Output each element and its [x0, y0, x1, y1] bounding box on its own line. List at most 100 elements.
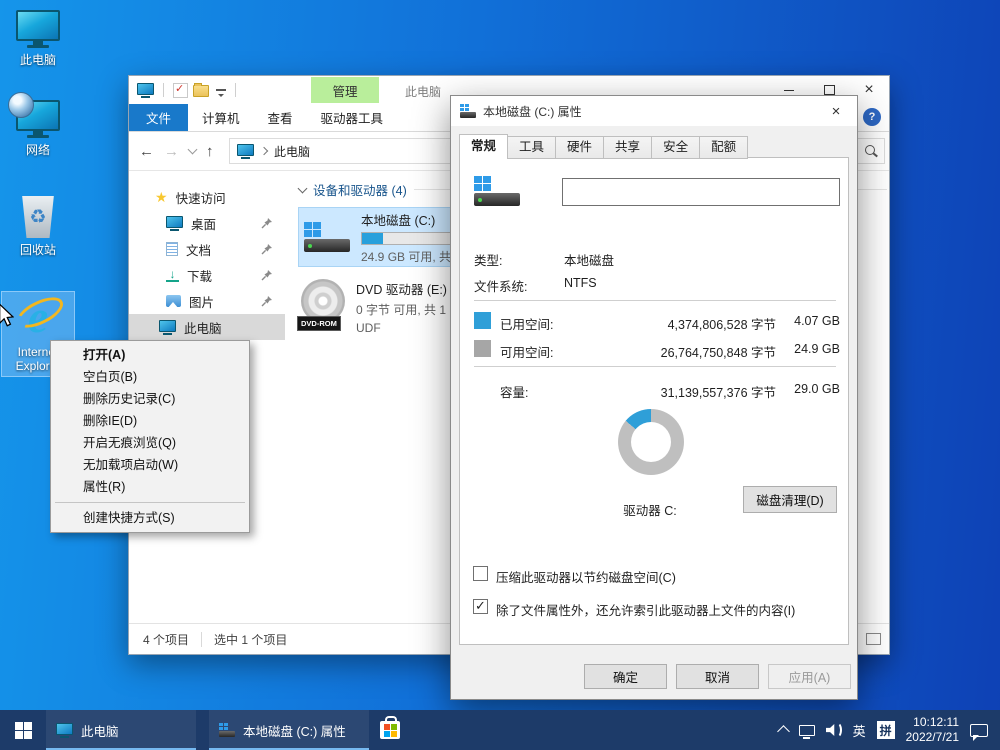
close-icon[interactable]: [815, 96, 857, 126]
menu-item-properties[interactable]: 属性(R): [53, 476, 247, 498]
thumbnail-view-icon[interactable]: [866, 633, 881, 645]
filesystem-label: 文件系统:: [474, 276, 527, 295]
sidebar-item-this-pc[interactable]: 此电脑: [129, 314, 285, 340]
tab-drive-tools[interactable]: 驱动器工具: [307, 104, 398, 131]
menu-item-create-shortcut[interactable]: 创建快捷方式(S): [53, 507, 247, 529]
system-tray: 英 拼 10:12:11 2022/7/21: [779, 710, 1000, 750]
new-folder-quick-icon[interactable]: [193, 85, 209, 97]
dvd-icon: DVD-ROM: [299, 279, 347, 331]
network-tray-icon[interactable]: [799, 725, 815, 736]
up-icon[interactable]: ↑: [206, 143, 214, 160]
used-space-size: 4.07 GB: [778, 314, 840, 328]
apply-button[interactable]: 应用(A): [768, 664, 851, 689]
recent-locations-icon[interactable]: [188, 145, 198, 155]
general-tab-page: 类型: 本地磁盘 文件系统: NTFS 已用空间: 4,374,806,528 …: [459, 157, 849, 645]
chevron-down-icon[interactable]: [298, 183, 308, 193]
index-checkbox[interactable]: [473, 599, 488, 614]
pin-icon: [261, 295, 273, 307]
breadcrumb[interactable]: 此电脑: [274, 143, 310, 160]
this-pc-icon: [159, 320, 176, 335]
dvd-filesystem: UDF: [356, 321, 463, 335]
ime-mode-icon[interactable]: 拼: [877, 721, 895, 739]
type-value: 本地磁盘: [564, 250, 614, 269]
drive-icon: [219, 723, 235, 737]
sidebar-item-downloads[interactable]: 下载: [129, 262, 285, 288]
cancel-button[interactable]: 取消: [676, 664, 759, 689]
sidebar-item-desktop[interactable]: 桌面: [129, 210, 285, 236]
this-pc-icon: [137, 83, 154, 98]
tab-computer[interactable]: 计算机: [188, 104, 254, 131]
sidebar-item-label: 下载: [187, 266, 212, 285]
disk-properties-dialog: 本地磁盘 (C:) 属性 常规 工具 硬件 共享 安全 配额 类型: 本地磁盘 …: [450, 95, 858, 700]
volume-label-input[interactable]: [562, 178, 840, 206]
store-icon: [380, 721, 400, 739]
tab-hardware[interactable]: 硬件: [556, 136, 604, 159]
desktop-icon-label: 网络: [26, 143, 50, 157]
recycle-bin-icon: [20, 196, 56, 238]
menu-item-delete-history[interactable]: 删除历史记录(C): [53, 388, 247, 410]
sidebar-item-pictures[interactable]: 图片: [129, 288, 285, 314]
start-button[interactable]: [0, 710, 46, 750]
manage-contextual-tab[interactable]: 管理: [311, 77, 379, 103]
drive-icon: [304, 222, 352, 252]
microsoft-store-button[interactable]: [372, 710, 408, 750]
dialog-title: 本地磁盘 (C:) 属性: [483, 103, 582, 120]
volume-tray-icon[interactable]: [826, 722, 842, 738]
capacity-size: 29.0 GB: [778, 382, 840, 396]
tab-security[interactable]: 安全: [652, 136, 700, 159]
chevron-right-icon: [260, 147, 268, 155]
taskbar-app-this-pc[interactable]: 此电脑: [46, 710, 196, 750]
dvd-name: DVD 驱动器 (E:) 微: [356, 279, 463, 298]
customize-toolbar-icon[interactable]: [216, 89, 226, 91]
drive-icon: [460, 104, 476, 118]
this-pc-icon: [56, 723, 73, 738]
show-hidden-icons-chevron[interactable]: [777, 725, 790, 738]
sidebar-item-label: 快速访问: [176, 188, 226, 207]
ok-button[interactable]: 确定: [584, 664, 667, 689]
tab-file[interactable]: 文件: [129, 104, 188, 131]
tab-tools[interactable]: 工具: [508, 136, 556, 159]
time: 10:12:11: [906, 715, 959, 730]
ime-language-indicator[interactable]: 英: [853, 721, 866, 740]
action-center-icon[interactable]: [970, 724, 988, 737]
used-space-bytes: 4,374,806,528 字节: [606, 314, 776, 333]
divider: [474, 300, 836, 301]
dialog-title-bar: 本地磁盘 (C:) 属性: [451, 96, 857, 126]
item-count: 4 个项目: [143, 631, 189, 648]
window-title: 此电脑: [405, 83, 441, 100]
star-icon: [155, 189, 168, 206]
taskbar-app-disk-properties[interactable]: 本地磁盘 (C:) 属性: [209, 710, 369, 750]
forward-icon[interactable]: →: [164, 143, 179, 160]
dvd-free-space: 0 字节 可用, 共 1: [356, 301, 463, 318]
help-icon[interactable]: [863, 108, 881, 126]
tab-quota[interactable]: 配额: [700, 136, 748, 159]
capacity-bytes: 31,139,557,376 字节: [606, 382, 776, 401]
compress-checkbox[interactable]: [473, 566, 488, 581]
sidebar-item-quick-access[interactable]: 快速访问: [129, 184, 285, 210]
tab-general[interactable]: 常规: [459, 134, 508, 159]
back-icon[interactable]: ←: [139, 143, 154, 160]
disk-cleanup-button[interactable]: 磁盘清理(D): [743, 486, 837, 513]
properties-quick-icon[interactable]: [173, 83, 188, 98]
menu-item-open[interactable]: 打开(A): [53, 344, 247, 366]
windows-desktop: { "desktop": { "icons": [ {"label": "此电脑…: [0, 0, 1000, 750]
tab-view[interactable]: 查看: [254, 104, 307, 131]
desktop-icon-network[interactable]: 网络: [0, 100, 76, 157]
disk-usage-donut-chart: [618, 409, 684, 475]
desktop-icon-this-pc[interactable]: 此电脑: [0, 10, 76, 67]
menu-item-no-addons[interactable]: 无加载项启动(W): [53, 454, 247, 476]
globe-icon: [8, 92, 34, 118]
clock[interactable]: 10:12:11 2022/7/21: [906, 715, 959, 745]
sidebar-item-documents[interactable]: 文档: [129, 236, 285, 262]
drive-icon: [474, 176, 522, 206]
free-space-size: 24.9 GB: [778, 342, 840, 356]
sidebar-item-label: 文档: [186, 240, 211, 259]
menu-item-blank-page[interactable]: 空白页(B): [53, 366, 247, 388]
pin-icon: [261, 269, 273, 281]
dvd-badge: DVD-ROM: [297, 316, 341, 331]
divider: [474, 366, 836, 367]
menu-item-delete-ie[interactable]: 删除IE(D): [53, 410, 247, 432]
menu-item-inprivate[interactable]: 开启无痕浏览(Q): [53, 432, 247, 454]
desktop-icon-recycle-bin[interactable]: 回收站: [0, 196, 76, 257]
tab-sharing[interactable]: 共享: [604, 136, 652, 159]
